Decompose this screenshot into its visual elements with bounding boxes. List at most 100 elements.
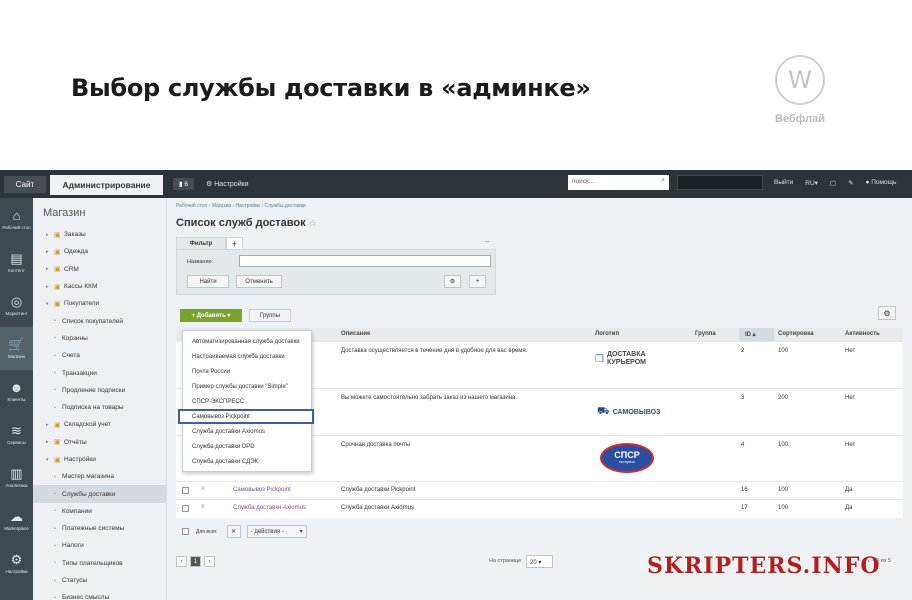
menu-item[interactable]: • Транзакции — [33, 364, 166, 381]
menu-item[interactable]: • Список покупателей — [33, 312, 166, 329]
row-name-link[interactable]: Самовывоз Pickpoint — [233, 487, 291, 493]
page-button[interactable]: 1 — [190, 556, 201, 567]
menu-item[interactable]: • Продление подписки — [33, 382, 166, 399]
table-row[interactable]: ≡ Служба доставки Axiomus Служба доставк… — [176, 499, 903, 517]
dropdown-item[interactable]: СПСР-ЭКСПРЕСС — [183, 394, 311, 409]
name-input[interactable] — [239, 255, 491, 267]
star-icon[interactable]: ☆ — [309, 218, 317, 228]
prev-page-button[interactable]: ‹ — [176, 556, 187, 567]
col-active[interactable]: Активность — [845, 331, 880, 337]
menu-item[interactable]: ▸ ▣ Одежда — [33, 243, 166, 260]
menu-item[interactable]: • Подписка на товары — [33, 399, 166, 416]
row-checkbox[interactable] — [182, 487, 189, 494]
col-group[interactable]: Группа — [695, 331, 716, 337]
row-menu-icon[interactable]: ≡ — [201, 486, 205, 492]
grid-settings-button[interactable]: ⚙ — [878, 306, 896, 320]
sidebar-item-marketing[interactable]: ◎ Маркетинг — [0, 284, 33, 327]
menu-item[interactable]: ▸ ▣ Складской учет — [33, 416, 166, 433]
menu-item[interactable]: ▸ ▣ Заказы — [33, 226, 166, 243]
window-icon[interactable]: ▢ — [830, 179, 836, 187]
row-checkbox[interactable] — [182, 505, 189, 512]
col-sort[interactable]: Сортировка — [778, 331, 814, 337]
menu-item[interactable]: • Типы плательщиков — [33, 555, 166, 572]
expand-arrow-icon[interactable]: ▾ — [46, 457, 54, 463]
col-logo[interactable]: Логотип — [595, 331, 619, 337]
menu-item[interactable]: ▾ ▣ Настройки — [33, 451, 166, 468]
dropdown-item[interactable]: Служба доставки СДЭК — [183, 454, 311, 469]
sidebar-item-cart[interactable]: 🛒 Магазин — [0, 327, 33, 370]
search-input[interactable]: поиск... ⌕ — [568, 175, 669, 190]
select-all-checkbox[interactable] — [182, 528, 189, 535]
expand-arrow-icon[interactable]: ▸ — [46, 266, 54, 272]
expand-arrow-icon[interactable]: ▸ — [46, 284, 54, 290]
bullet-icon: • — [54, 508, 56, 515]
delete-button[interactable]: ✕ — [226, 525, 241, 538]
menu-item[interactable]: • Службы доставки — [33, 485, 166, 503]
dropdown-item[interactable]: Настраиваемая служба доставки — [183, 349, 311, 364]
menu-item[interactable]: • Платежные системы — [33, 520, 166, 537]
col-id[interactable]: ID ▴ — [739, 328, 774, 341]
help-link[interactable]: ● Помощь — [866, 179, 897, 187]
cancel-button[interactable]: Отменить — [236, 275, 282, 288]
sidebar-item-clients[interactable]: ☻ Клиенты — [0, 370, 33, 413]
expand-arrow-icon[interactable]: ▸ — [46, 439, 54, 445]
row-menu-icon[interactable]: ≡ — [201, 504, 205, 510]
site-tab[interactable]: Сайт — [4, 175, 46, 193]
menu-item[interactable]: ▾ ▣ Покупатели — [33, 295, 166, 312]
menu-item[interactable]: ▸ ▣ Отчёты — [33, 434, 166, 451]
row-name-link[interactable]: Служба доставки Axiomus — [233, 505, 306, 511]
sidebar-item-content[interactable]: ▤ Контент — [0, 241, 33, 284]
search-icon[interactable]: ⌕ — [661, 177, 665, 185]
dropdown-item[interactable]: Почта России — [183, 364, 311, 379]
dropdown-item[interactable]: Автоматизированная служба доставки — [183, 334, 311, 349]
col-description[interactable]: Описание — [341, 331, 370, 337]
logout-link[interactable]: Выйти — [774, 179, 793, 187]
sidebar-item-services[interactable]: ≋ Сервисы — [0, 413, 33, 456]
language-select[interactable]: RU▾ — [805, 179, 818, 187]
expand-arrow-icon[interactable]: ▸ — [46, 232, 54, 238]
sidebar-item-label: Рабочий стол — [2, 224, 31, 230]
actions-select[interactable]: - действия - ▾ — [246, 525, 307, 538]
user-field[interactable] — [677, 175, 763, 190]
filter-add-button[interactable]: + — [469, 275, 486, 288]
notifications-button[interactable]: ▮ 6 — [173, 178, 195, 190]
sidebar-item-marketplace[interactable]: ☁ Marketplace — [0, 499, 33, 542]
breadcrumb[interactable]: Рабочий стол › Магазин › Настройки › Слу… — [176, 203, 306, 209]
find-button[interactable]: Найти — [187, 275, 229, 288]
menu-item[interactable]: • Счета — [33, 347, 166, 364]
expand-arrow-icon[interactable]: ▸ — [46, 249, 54, 255]
dropdown-item[interactable]: Служба доставки DPD — [183, 439, 311, 454]
menu-item[interactable]: • Бизнес смыслы — [33, 589, 166, 600]
expand-arrow-icon[interactable]: ▾ — [46, 301, 54, 307]
menu-item[interactable]: • Статусы — [33, 572, 166, 589]
pin-icon[interactable]: ✎ — [848, 179, 853, 187]
topbar-settings[interactable]: ⚙ Настройки — [206, 180, 249, 188]
menu-item[interactable]: ▸ ▣ CRM — [33, 261, 166, 278]
dropdown-item[interactable]: Служба доставки Axiomus — [183, 424, 311, 439]
menu-item[interactable]: ▸ ▣ Кассы ККМ — [33, 278, 166, 295]
truck-icon: ⛟ — [597, 406, 610, 417]
table-row[interactable]: ≡ Самовывоз Pickpoint Служба доставки Pi… — [176, 481, 903, 499]
filter-settings-button[interactable]: ⚙ — [444, 275, 461, 288]
bullet-icon: • — [54, 491, 56, 498]
groups-button[interactable]: Группы — [249, 309, 291, 322]
filter-tab[interactable]: Фильтр — [176, 237, 226, 249]
add-button[interactable]: + Добавить ▾ — [180, 309, 242, 322]
sidebar-item-settings[interactable]: ⚙ Настройки — [0, 542, 33, 585]
bullet-icon: • — [54, 318, 56, 325]
next-page-button[interactable]: › — [204, 556, 215, 567]
sidebar-item-home[interactable]: ⌂ Рабочий стол — [0, 198, 33, 241]
collapse-filter-button[interactable]: – — [485, 237, 489, 246]
dropdown-item[interactable]: Пример службы доставки "Simple" — [183, 379, 311, 394]
per-page-select[interactable]: 20 ▾ — [526, 555, 553, 568]
menu-item[interactable]: • Мастер магазина — [33, 468, 166, 485]
menu-item[interactable]: • Налоги — [33, 537, 166, 554]
add-filter-button[interactable]: + — [226, 237, 243, 249]
dropdown-item[interactable]: Самовывоз Pickpoint — [178, 409, 314, 424]
expand-arrow-icon[interactable]: ▸ — [46, 422, 54, 428]
menu-item[interactable]: • Корзины — [33, 330, 166, 347]
col-id-label: ID — [745, 332, 751, 338]
menu-item[interactable]: • Компании — [33, 503, 166, 520]
sidebar-item-analytics[interactable]: ▥ Аналитика — [0, 456, 33, 499]
admin-tab[interactable]: Администрирование — [50, 175, 163, 195]
